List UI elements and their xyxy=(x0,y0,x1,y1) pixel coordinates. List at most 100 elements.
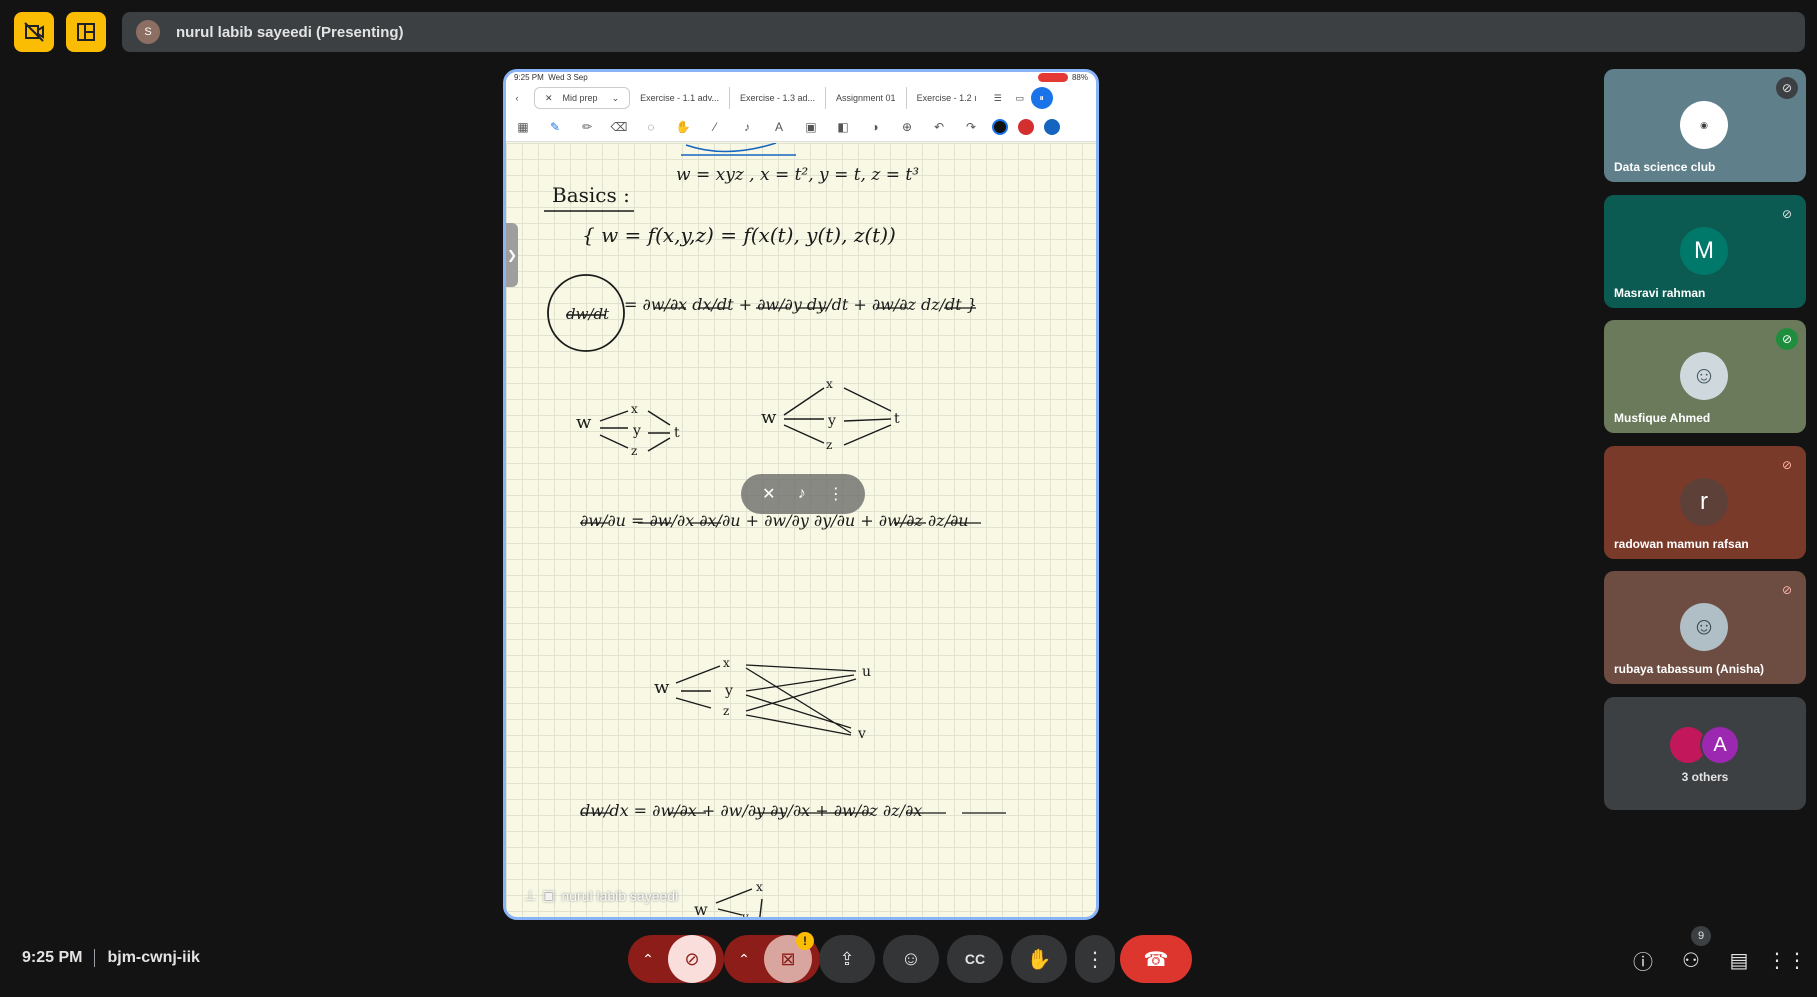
pin-off-icon[interactable]: ✕ xyxy=(762,484,775,504)
presenter-overlay-controls: ✕ ♪ ⋮ xyxy=(741,474,865,514)
mic-muted-icon[interactable]: ♪ xyxy=(798,485,806,503)
mic-off-icon: ⊘ xyxy=(1776,77,1798,99)
pause-share-icon[interactable]: ⏸ xyxy=(1030,87,1053,109)
mic-icon[interactable]: ♪ xyxy=(736,116,758,138)
color-red-swatch[interactable] xyxy=(1018,118,1034,135)
people-icon: ⚇ xyxy=(1682,949,1700,972)
mic-off-icon: ⊘ xyxy=(1776,328,1798,350)
notes-line-1: w = xyz , x = t², y = t, z = t³ xyxy=(676,165,920,185)
svg-text:w: w xyxy=(654,677,670,698)
present-screen-button[interactable]: ⇪ xyxy=(819,935,875,983)
call-end-icon: ☎ xyxy=(1143,948,1169,971)
avatar: M xyxy=(1680,227,1728,275)
mic-off-icon: ⊘ xyxy=(684,948,700,969)
tab-exercise-1-1[interactable]: Exercise - 1.1 adv... xyxy=(630,87,730,109)
notes-line-2: { w = f(x,y,z) = f(x(t), y(t), z(t)) xyxy=(582,223,896,247)
presenter-banner: S nurul labib sayeedi (Presenting) xyxy=(122,12,1805,52)
video-options-chevron-icon[interactable]: ⌃ xyxy=(724,951,764,968)
list-icon[interactable]: ☰ xyxy=(987,87,1009,109)
participant-name: rubaya tabassum (Anisha) xyxy=(1614,662,1765,676)
pen-icon[interactable]: ✎ xyxy=(544,116,566,138)
color-blue-swatch[interactable] xyxy=(1044,118,1060,135)
tab-exercise-1-3[interactable]: Exercise - 1.3 ad... xyxy=(730,87,827,109)
lasso-icon[interactable]: ◌ xyxy=(640,116,662,138)
screen-share-icon: ▣ xyxy=(542,887,556,903)
more-vert-icon[interactable]: ⋮ xyxy=(828,484,844,504)
window-icon[interactable]: ▭ xyxy=(1009,87,1031,109)
participant-tile-masravi-rahman[interactable]: ⊘ M Masravi rahman xyxy=(1604,195,1806,308)
activities-button[interactable]: ⋮⋮ xyxy=(1767,947,1807,973)
present-to-all-icon: ⇪ xyxy=(839,948,855,969)
back-icon[interactable]: ‹ xyxy=(506,87,528,109)
image-icon[interactable]: ▣ xyxy=(800,116,822,138)
grid-icon[interactable]: ▦ xyxy=(512,116,534,138)
participant-tile-rubaya-tabassum[interactable]: ⊘ ☺ rubaya tabassum (Anisha) xyxy=(1604,571,1806,684)
presenter-avatar: S xyxy=(136,20,160,44)
svg-text:z: z xyxy=(631,444,637,458)
avatar: ☺ xyxy=(1680,352,1728,400)
battery-level: 88% xyxy=(1071,73,1088,82)
close-tab-icon[interactable]: ✕ xyxy=(545,93,553,104)
participant-tile-others[interactable]: A 3 others xyxy=(1604,697,1806,810)
tab-mid-prep[interactable]: ✕ Mid prep ⌄ xyxy=(534,87,631,109)
highlighter-icon[interactable]: ✏ xyxy=(576,116,598,138)
svg-text:w: w xyxy=(694,900,708,919)
tab-assignment-01[interactable]: Assignment 01 xyxy=(826,87,907,109)
color-black-swatch[interactable] xyxy=(992,118,1008,135)
meeting-details-button[interactable]: ⓘ xyxy=(1630,947,1656,974)
svg-text:w: w xyxy=(761,407,777,428)
camera-off-toggle-button[interactable] xyxy=(14,12,54,52)
add-icon[interactable]: ⊕ xyxy=(896,116,918,138)
shapes-icon[interactable]: ◧ xyxy=(832,116,854,138)
mic-control-group: ⌃ ⊘ xyxy=(628,935,724,983)
svg-text:x: x xyxy=(723,656,730,670)
eraser-icon[interactable]: ⌫ xyxy=(608,116,630,138)
chat-icon: ▤ xyxy=(1729,949,1749,972)
tab-exercise-1-2[interactable]: Exercise - 1.2 ı xyxy=(907,87,987,109)
mic-off-button[interactable]: ⊘ xyxy=(668,935,716,983)
mic-off-icon: ⊘ xyxy=(1781,583,1793,597)
laser-icon[interactable]: ⁄ xyxy=(704,116,726,138)
svg-text:z: z xyxy=(723,704,729,718)
participant-tile-musfique-ahmed[interactable]: ⊘ ☺ Musfique Ahmed xyxy=(1604,320,1806,433)
redo-icon[interactable]: ↷ xyxy=(960,116,982,138)
participant-tile-data-science-club[interactable]: ⊘ ◉ Data science club xyxy=(1604,69,1806,182)
participant-tile-radowan-mamun-rafsan[interactable]: ⊘ r radowan mamun rafsan xyxy=(1604,446,1806,559)
reactions-button[interactable]: ☺ xyxy=(883,935,939,983)
divider xyxy=(94,949,96,967)
video-off-icon xyxy=(24,22,44,42)
svg-text:y: y xyxy=(827,413,836,429)
people-count-badge: 9 xyxy=(1691,926,1711,946)
emoji-icon: ☺ xyxy=(900,947,922,970)
svg-text:x: x xyxy=(826,377,833,391)
presenter-label: nurul labib sayeedi (Presenting) xyxy=(176,23,404,41)
others-label: 3 others xyxy=(1681,770,1729,784)
video-off-icon: ⊠ xyxy=(780,948,796,969)
captions-button[interactable]: CC xyxy=(947,935,1003,983)
hand-icon: ✋ xyxy=(1026,948,1052,971)
audio-options-chevron-icon[interactable]: ⌃ xyxy=(628,951,668,968)
participant-name: Data science club xyxy=(1614,160,1716,174)
text-icon[interactable]: A xyxy=(768,116,790,138)
hand-icon[interactable]: ✋ xyxy=(672,116,694,138)
notes-line-3-lhs: dw/dt xyxy=(566,305,610,323)
people-button[interactable]: ⚇ xyxy=(1678,947,1704,973)
svg-text:y: y xyxy=(741,910,749,920)
chat-button[interactable]: ▤ xyxy=(1726,947,1752,973)
layout-button[interactable] xyxy=(66,12,106,52)
more-options-button[interactable]: ⋮ xyxy=(1075,935,1115,983)
sticker-icon[interactable]: ◑ xyxy=(864,116,886,138)
avatar: ☺ xyxy=(1680,603,1728,651)
side-panel-handle[interactable]: ❯ xyxy=(506,223,518,287)
svg-text:y: y xyxy=(724,683,733,699)
undo-icon[interactable]: ↶ xyxy=(928,116,950,138)
svg-text:z: z xyxy=(826,438,832,452)
screen-presenter-caption: ⊥ ▣ nurul labib sayeedi xyxy=(524,887,679,904)
meeting-code: bjm-cwnj-iik xyxy=(107,949,200,966)
more-vert-icon: ⋮ xyxy=(1085,948,1105,971)
participant-name: Masravi rahman xyxy=(1614,286,1706,300)
raise-hand-button[interactable]: ✋ xyxy=(1011,935,1067,983)
svg-text:y: y xyxy=(632,423,641,439)
leave-call-button[interactable]: ☎ xyxy=(1120,935,1192,983)
notes-toolbar: ▦ ✎ ✏ ⌫ ◌ ✋ ⁄ ♪ A ▣ ◧ ◑ ⊕ ↶ ↷ xyxy=(506,112,1096,142)
